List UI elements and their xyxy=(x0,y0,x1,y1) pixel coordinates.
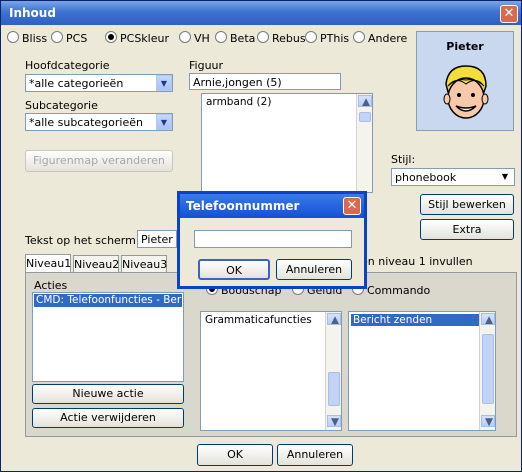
hoofdcategorie-value: *alle categorieën xyxy=(29,77,124,90)
symbol-preview: Pieter xyxy=(416,31,514,131)
radio-label: Andere xyxy=(368,32,408,45)
commands-items: Bericht zendenBericht lezenVorig bericht… xyxy=(349,314,479,326)
tekst-op-scherm-value: Pieter xyxy=(141,233,173,246)
figuur-items: armband (2)armdrukkenarmenarmen langs he… xyxy=(202,96,356,108)
radio-circle[interactable] xyxy=(51,31,63,43)
window-title: Inhoud xyxy=(9,6,56,20)
radio-circle[interactable] xyxy=(353,31,365,43)
tekst-op-scherm-label: Tekst op het scherm: xyxy=(25,234,140,247)
scroll-thumb[interactable] xyxy=(482,334,494,404)
close-icon[interactable]: ✕ xyxy=(343,197,361,215)
radio-circle[interactable] xyxy=(305,31,317,43)
stijl-value: phonebook xyxy=(395,171,457,184)
subcategorie-value: *alle subcategorieën xyxy=(29,116,143,129)
figuur-value: Arnie,jongen (5) xyxy=(193,76,282,89)
radio-circle[interactable] xyxy=(179,31,191,43)
scroll-down-icon[interactable]: ▼ xyxy=(481,415,495,427)
chevron-down-icon[interactable]: ▼ xyxy=(156,114,172,130)
tab-niveau1[interactable]: Niveau1 xyxy=(25,254,71,272)
stijl-label: Stijl: xyxy=(391,153,416,166)
main-window: Inhoud ✕ Bliss PCS PCSkleur VH Beta Rebus PThi… xyxy=(0,0,522,472)
scroll-up-icon[interactable]: ▲ xyxy=(358,95,372,107)
extra-button[interactable]: Extra xyxy=(420,219,514,240)
figuur-input[interactable]: Arnie,jongen (5) xyxy=(189,73,341,90)
title-bar: Inhoud xyxy=(1,1,521,25)
subcategorie-select[interactable]: *alle subcategorieën ▼ xyxy=(25,113,173,131)
child-face-icon xyxy=(443,65,489,119)
subcategorie-label: Subcategorie xyxy=(25,99,98,112)
telefoonnummer-input[interactable] xyxy=(194,230,352,248)
radio-circle[interactable] xyxy=(105,31,117,43)
radio-circle[interactable] xyxy=(215,31,227,43)
scroll-up-icon[interactable]: ▲ xyxy=(327,313,341,325)
tab-niveau3[interactable]: Niveau3 xyxy=(121,255,167,273)
annuleren-button[interactable]: Annuleren xyxy=(277,444,353,466)
radio-label: Rebus xyxy=(272,32,306,45)
close-icon[interactable]: ✕ xyxy=(500,5,518,23)
radio-circle[interactable] xyxy=(7,31,19,43)
chevron-down-icon[interactable]: ▼ xyxy=(498,170,512,184)
acties-list[interactable]: CMD: Telefoonfuncties - Bericht xyxy=(32,292,184,382)
acties-label: Acties xyxy=(34,279,68,292)
radio-rebus[interactable]: Rebus xyxy=(257,31,306,45)
ok-button[interactable]: OK xyxy=(197,444,273,466)
niveau-tab-panel: Acties CMD: Telefoonfuncties - Bericht N… xyxy=(25,272,517,437)
scroll-up-icon[interactable]: ▲ xyxy=(481,313,495,325)
dialog-ok-button[interactable]: OK xyxy=(198,259,270,280)
figuur-list[interactable]: armband (2)armdrukkenarmenarmen langs he… xyxy=(201,93,373,193)
radio-label: PCSkleur xyxy=(120,32,169,45)
telefoonnummer-dialog: Telefoonnummer ✕ OK Annuleren xyxy=(177,191,367,289)
figurenmap-veranderen-button[interactable]: Figurenmap veranderen xyxy=(25,150,173,172)
radio-bliss[interactable]: Bliss xyxy=(7,31,47,45)
scroll-thumb[interactable] xyxy=(328,372,340,406)
list-item[interactable]: armband (2) xyxy=(204,96,356,108)
chevron-down-icon[interactable]: ▼ xyxy=(156,75,172,91)
commands-list[interactable]: Bericht zendenBericht lezenVorig bericht… xyxy=(348,311,496,431)
stijl-bewerken-button[interactable]: Stijl bewerken xyxy=(420,194,514,215)
scroll-thumb[interactable] xyxy=(359,112,371,122)
figuur-scrollbar[interactable]: ▲ xyxy=(356,94,372,192)
actie-verwijderen-button[interactable]: Actie verwijderen xyxy=(32,408,184,428)
radio-pcskleur[interactable]: PCSkleur xyxy=(105,31,169,45)
dialog-title: Telefoonnummer xyxy=(186,199,300,213)
radio-andere[interactable]: Andere xyxy=(353,31,407,45)
acties-item[interactable]: CMD: Telefoonfuncties - Bericht xyxy=(34,294,182,307)
dialog-annuleren-button[interactable]: Annuleren xyxy=(276,259,352,280)
tekst-op-scherm-input[interactable]: Pieter xyxy=(137,230,177,248)
functions-scrollbar[interactable]: ▲ ▼ xyxy=(325,312,341,430)
commands-scrollbar[interactable]: ▲ ▼ xyxy=(479,312,495,430)
dialog-title-bar: Telefoonnummer xyxy=(180,194,364,218)
hoofdcategorie-select[interactable]: *alle categorieën ▼ xyxy=(25,74,173,92)
radio-label: PCS xyxy=(66,32,88,45)
radio-beta[interactable]: Beta xyxy=(215,31,255,45)
list-item[interactable]: Grammaticafuncties xyxy=(203,314,325,326)
radio-label: Bliss xyxy=(22,32,48,45)
scroll-down-icon[interactable]: ▼ xyxy=(327,415,341,427)
figuur-label: Figuur xyxy=(189,59,224,72)
functions-items: GrammaticafunctiesModeNaar GewaNaar Seri… xyxy=(201,314,325,326)
radio-label: VH xyxy=(194,32,210,45)
stijl-select[interactable]: phonebook ▼ xyxy=(391,168,515,186)
hoofdcategorie-label: Hoofdcategorie xyxy=(25,59,110,72)
niveau-fill-text: en niveau 1 invullen xyxy=(361,255,473,268)
nieuwe-actie-button[interactable]: Nieuwe actie xyxy=(32,384,184,404)
radio-pthis[interactable]: PThis xyxy=(305,31,349,45)
list-item[interactable]: Bericht zenden xyxy=(351,314,479,326)
functions-list[interactable]: GrammaticafunctiesModeNaar GewaNaar Seri… xyxy=(200,311,342,431)
tab-niveau2[interactable]: Niveau2 xyxy=(73,255,119,273)
preview-name: Pieter xyxy=(446,40,484,53)
radio-circle[interactable] xyxy=(257,31,269,43)
radio-vh[interactable]: VH xyxy=(179,31,210,45)
radio-pcs[interactable]: PCS xyxy=(51,31,87,45)
radio-label: PThis xyxy=(320,32,350,45)
radio-label: Beta xyxy=(230,32,256,45)
